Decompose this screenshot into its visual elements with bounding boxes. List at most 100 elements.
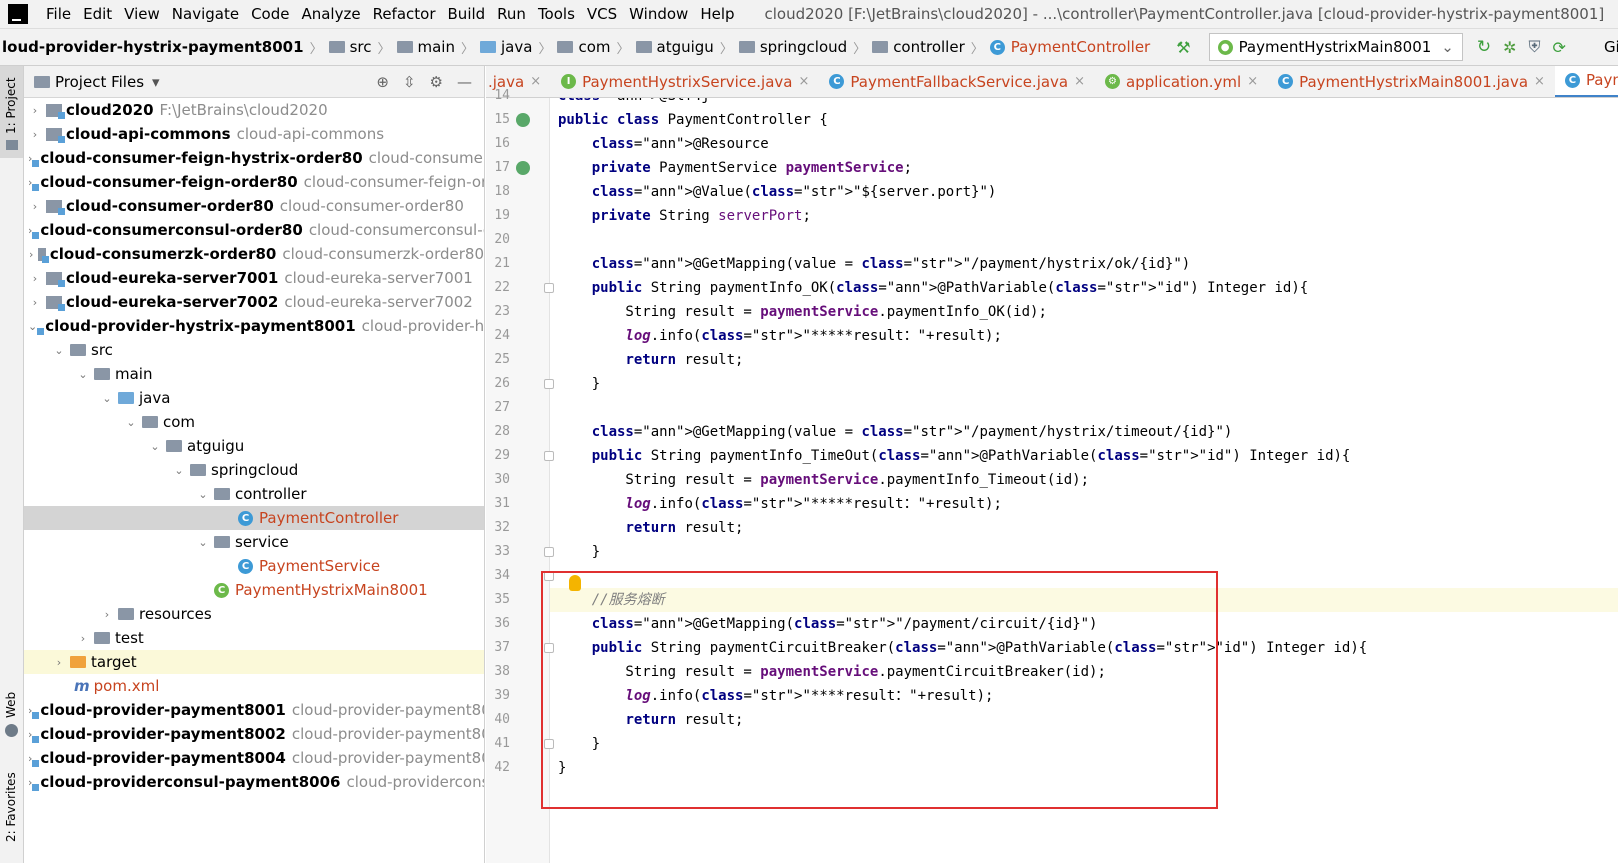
code-line[interactable]: public String paymentInfo_TimeOut(class=… [550,444,1618,468]
breadcrumb-src[interactable]: src [328,38,371,56]
tree-item-module[interactable]: › cloud-eureka-server7001 cloud-eureka-ser… [24,266,484,290]
tree-item-module[interactable]: › cloud-eureka-server7002 cloud-eureka-ser… [24,290,484,314]
code-line[interactable]: log.info(class="str">"*****result："+resu… [550,492,1618,516]
code-line[interactable]: class="ann">@GetMapping(value = class="s… [550,252,1618,276]
code-line[interactable]: class="ann">@Slf4j [550,98,1618,108]
tree-item-module-expanded[interactable]: ⌄ cloud-provider-hystrix-payment8001 cloud… [24,314,484,338]
breadcrumb-main[interactable]: main [396,38,455,56]
tab-application-yml[interactable]: ⚙ application.yml × [1095,66,1268,97]
tab-paymentcontroller-active[interactable]: CPaymentc [1554,66,1618,97]
code-line[interactable] [550,228,1618,252]
tab-paymentfallbackservice[interactable]: C PaymentFallbackService.java × [819,66,1095,97]
tree-item-module[interactable]: › cloud-consumer-feign-order80 cloud-consu… [24,170,484,194]
breadcrumb-controller[interactable]: controller [872,38,965,56]
code-line[interactable]: class="ann">@Value(class="str">"${server… [550,180,1618,204]
close-icon[interactable]: × [1074,74,1085,89]
menu-build[interactable]: Build [442,5,492,23]
project-view-select[interactable]: Project Files [55,73,144,91]
code-line[interactable]: return result; [550,348,1618,372]
code-line[interactable] [550,564,1618,588]
close-icon[interactable]: × [530,74,541,89]
code-line[interactable]: log.info(class="str">"*****result："+resu… [550,324,1618,348]
tree-item-source-root[interactable]: ⌄ java [24,386,484,410]
menu-code[interactable]: Code [245,5,295,23]
minimize-icon[interactable]: — [457,73,472,91]
menu-help[interactable]: Help [694,5,740,23]
menu-window[interactable]: Window [623,5,694,23]
close-icon[interactable]: × [1534,74,1545,89]
code-line[interactable]: return result; [550,708,1618,732]
rerun-icon[interactable]: ↻ [1477,37,1491,57]
code-line[interactable]: } [550,756,1618,780]
tree-item-class[interactable]: C PaymentService [24,554,484,578]
profile-icon[interactable]: ⟳ [1553,38,1566,57]
debug-icon[interactable]: ✲ [1503,38,1516,57]
code-line[interactable]: return result; [550,516,1618,540]
code-line[interactable]: String result = paymentService.paymentIn… [550,468,1618,492]
tree-item-folder[interactable]: › test [24,626,484,650]
chevron-down-icon[interactable]: ▾ [152,73,160,91]
favorites-tool-button[interactable]: 2: Favorites [0,756,23,856]
locate-file-icon[interactable]: ⊕ [376,73,389,91]
breadcrumb-com[interactable]: com [557,38,611,56]
tree-item-module[interactable]: › cloud-provider-payment8001 cloud-provide… [24,698,484,722]
code-line[interactable]: private String serverPort; [550,204,1618,228]
code-line[interactable]: //服务熔断 [550,588,1618,612]
code-line[interactable]: public class PaymentController { [550,108,1618,132]
tree-item-module[interactable]: › cloud-providerconsul-payment8006 cloud-p… [24,770,484,794]
tree-item-module[interactable]: › cloud-consumerconsul-order80 cloud-consu… [24,218,484,242]
code-line[interactable]: String result = paymentService.paymentCi… [550,660,1618,684]
menu-analyze[interactable]: Analyze [295,5,366,23]
breadcrumb-paymentcontroller[interactable]: C PaymentController [989,38,1150,56]
code-line[interactable]: class="ann">@Resource [550,132,1618,156]
code-line[interactable]: class="ann">@GetMapping(class="str">"/pa… [550,612,1618,636]
code-line[interactable]: private PaymentService paymentService; [550,156,1618,180]
tree-item-package[interactable]: ⌄ atguigu [24,434,484,458]
hammer-build-icon[interactable]: ⚒ [1176,38,1190,57]
tree-item-module[interactable]: › cloud-consumer-order80 cloud-consumer-or… [24,194,484,218]
menu-edit[interactable]: Edit [77,5,118,23]
code-line[interactable] [550,396,1618,420]
code-line[interactable]: public String paymentInfo_OK(class="ann"… [550,276,1618,300]
tree-item-package[interactable]: ⌄ controller [24,482,484,506]
code-line[interactable]: } [550,372,1618,396]
tab-paymenthystrixservice[interactable]: I PaymentHystrixService.java × [551,66,819,97]
project-tool-button[interactable]: 1: Project [0,66,23,158]
breadcrumb-atguigu[interactable]: atguigu [635,38,714,56]
code-line[interactable]: String result = paymentService.paymentIn… [550,300,1618,324]
spring-bean-icon[interactable] [516,113,530,127]
menu-vcs[interactable]: VCS [581,5,623,23]
tree-item-module[interactable]: › cloud-consumer-feign-hystrix-order80 clo… [24,146,484,170]
tree-item-folder[interactable]: ⌄ src [24,338,484,362]
tree-item-package[interactable]: ⌄ com [24,410,484,434]
breadcrumb-java[interactable]: java [480,38,532,56]
menu-file[interactable]: File [40,5,77,23]
menu-tools[interactable]: Tools [532,5,581,23]
code-line[interactable]: } [550,540,1618,564]
menu-view[interactable]: View [118,5,166,23]
tree-item-folder[interactable]: ⌄ main [24,362,484,386]
tree-item-package[interactable]: ⌄ springcloud [24,458,484,482]
web-tool-button[interactable]: Web [0,686,23,746]
tree-item-module[interactable]: › cloud-provider-payment8004 cloud-provide… [24,746,484,770]
close-icon[interactable]: × [798,74,809,89]
code-line[interactable]: class="ann">@GetMapping(value = class="s… [550,420,1618,444]
coverage-icon[interactable]: ⛨ [1529,37,1541,57]
code-line[interactable]: } [550,732,1618,756]
code-line[interactable]: log.info(class="str">"****result："+resul… [550,684,1618,708]
gear-icon[interactable]: ⚙ [430,73,443,91]
close-icon[interactable]: × [1247,74,1258,89]
tab-paymenthystrixmain8001[interactable]: C PaymentHystrixMain8001.java × [1268,66,1555,97]
menu-refactor[interactable]: Refactor [367,5,442,23]
tree-item-module[interactable]: › cloud-api-commons cloud-api-commons [24,122,484,146]
tree-item-module[interactable]: › cloud2020 F:\JetBrains\cloud2020 [24,98,484,122]
tree-item-module[interactable]: › cloud-consumerzk-order80 cloud-consumerz… [24,242,484,266]
tree-item-module[interactable]: › cloud-provider-payment8002 cloud-provide… [24,722,484,746]
collapse-all-icon[interactable]: ⇳ [403,73,416,91]
menu-navigate[interactable]: Navigate [166,5,245,23]
menu-run[interactable]: Run [491,5,532,23]
tree-item-target-folder[interactable]: › target [24,650,484,674]
tree-item-class-selected[interactable]: C PaymentController [24,506,484,530]
lightbulb-icon[interactable] [569,575,581,591]
breadcrumb-springcloud[interactable]: springcloud [738,38,847,56]
